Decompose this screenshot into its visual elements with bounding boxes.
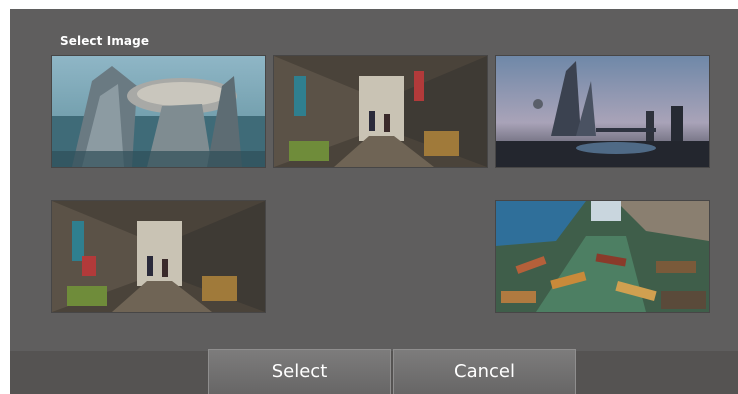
sci-fi-skyline-image xyxy=(496,56,709,167)
image-thumbnail-3[interactable] xyxy=(496,56,709,167)
image-thumbnail-5[interactable] xyxy=(496,201,709,312)
market-alley-image xyxy=(274,56,487,167)
market-alley-image xyxy=(52,201,265,312)
image-thumbnail-2[interactable] xyxy=(274,56,487,167)
select-button[interactable]: Select xyxy=(208,349,391,394)
select-image-dialog: Select Image Select Cancel xyxy=(10,9,738,394)
image-thumbnail-4[interactable] xyxy=(52,201,265,312)
futuristic-city-image xyxy=(52,56,265,167)
image-thumbnail-1[interactable] xyxy=(52,56,265,167)
cancel-button[interactable]: Cancel xyxy=(393,349,576,394)
dialog-title: Select Image xyxy=(60,34,150,48)
floating-market-image xyxy=(496,201,709,312)
